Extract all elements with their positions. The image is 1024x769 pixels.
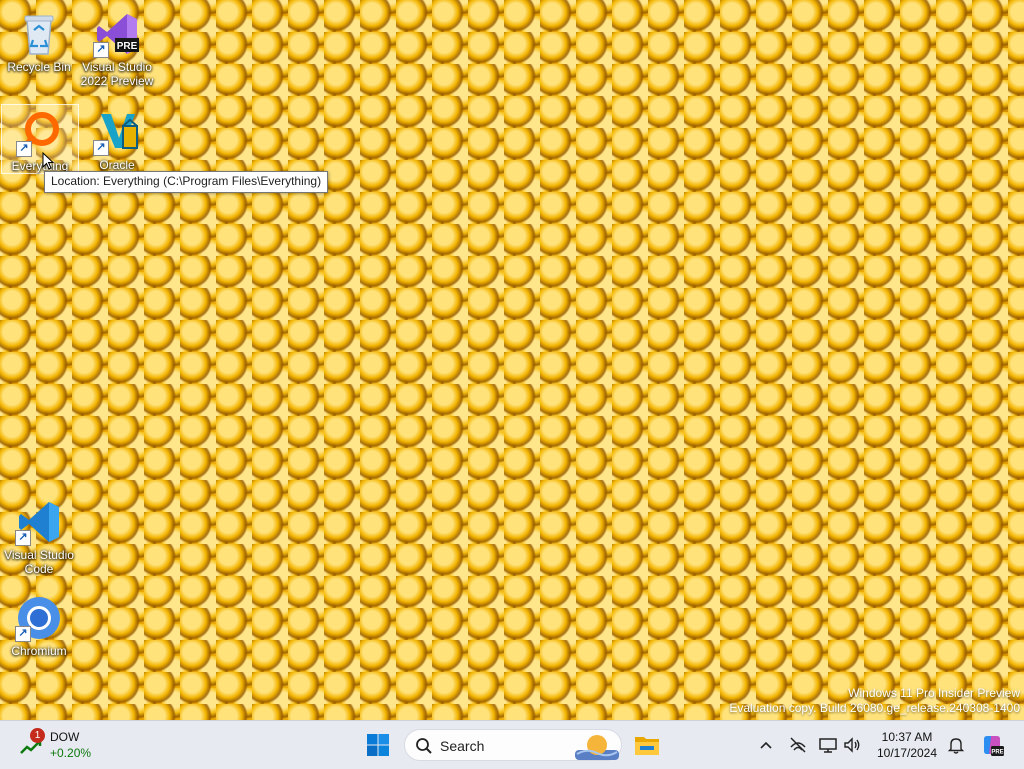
taskbar-search-box[interactable]: Search xyxy=(404,729,622,761)
desktop-icon-vscode[interactable]: ↗ Visual Studio Code xyxy=(1,494,77,576)
mouse-cursor-icon xyxy=(42,152,54,170)
windows-logo-icon xyxy=(367,734,389,756)
search-highlight-icon xyxy=(575,735,619,760)
vscode-icon: ↗ xyxy=(15,498,63,546)
notification-badge: 1 xyxy=(30,728,45,743)
search-icon xyxy=(416,738,432,754)
svg-text:PRE: PRE xyxy=(991,750,1003,756)
oracle-virtualbox-icon: ↗ xyxy=(93,108,141,156)
desktop-icon-oracle[interactable]: ↗ Oracle xyxy=(79,104,155,172)
notifications-button[interactable] xyxy=(946,735,966,755)
desktop-icon-visual-studio-preview[interactable]: PRE ↗ Visual Studio 2022 Preview xyxy=(79,6,155,88)
chevron-up-icon xyxy=(760,741,772,749)
stock-widget[interactable]: 1 DOW +0.20% xyxy=(16,727,126,763)
taskbar: 1 DOW +0.20% Search 10:37 AM 10/17/2024 … xyxy=(0,720,1024,769)
watermark-edition: Windows 11 Pro Insider Preview xyxy=(848,686,1020,700)
recycle-bin-icon xyxy=(15,10,63,58)
windows-watermark: Windows 11 Pro Insider Preview Evaluatio… xyxy=(729,686,1020,716)
search-label: Search xyxy=(440,738,485,754)
shortcut-arrow-icon: ↗ xyxy=(93,42,109,58)
taskbar-clock[interactable]: 10:37 AM 10/17/2024 xyxy=(872,729,942,761)
network-status-button[interactable] xyxy=(788,735,808,755)
shortcut-arrow-icon: ↗ xyxy=(93,140,109,156)
desktop-icon-label: Visual Studio 2022 Preview xyxy=(80,60,154,88)
show-hidden-icons-button[interactable] xyxy=(756,735,776,755)
stock-ticker: DOW xyxy=(50,730,80,744)
visual-studio-preview-icon: PRE ↗ xyxy=(93,10,141,58)
desktop-icon-label: Recycle Bin xyxy=(7,60,71,74)
network-disconnected-icon xyxy=(790,737,806,753)
shortcut-arrow-icon: ↗ xyxy=(15,530,31,546)
desktop-icon-label: Visual Studio Code xyxy=(4,548,74,576)
shortcut-arrow-icon: ↗ xyxy=(16,141,32,157)
file-explorer-button[interactable] xyxy=(634,733,660,757)
desktop-icon-label: Chromium xyxy=(11,644,67,658)
desktop-icon-chromium[interactable]: ↗ Chromium xyxy=(1,590,77,658)
location-tooltip: Location: Everything (C:\Program Files\E… xyxy=(44,171,329,193)
stock-change: +0.20% xyxy=(50,746,92,760)
copilot-button[interactable]: PRE xyxy=(980,733,1004,757)
watermark-build: Evaluation copy. Build 26080.ge_release.… xyxy=(729,701,1020,715)
desktop-icon-recycle-bin[interactable]: Recycle Bin xyxy=(1,6,77,74)
pre-badge: PRE xyxy=(117,41,138,52)
bell-icon xyxy=(947,738,965,754)
desktop-icon-label: Oracle xyxy=(99,158,135,172)
clock-time: 10:37 AM xyxy=(881,730,933,744)
monitor-icon xyxy=(819,738,837,753)
display-button[interactable] xyxy=(818,735,838,755)
chromium-icon: ↗ xyxy=(15,594,63,642)
desktop-icon-everything[interactable]: ↗ Everything xyxy=(1,104,79,174)
shortcut-arrow-icon: ↗ xyxy=(15,626,31,642)
clock-date: 10/17/2024 xyxy=(876,746,938,760)
everything-search-icon: ↗ xyxy=(16,109,64,157)
folder-icon xyxy=(635,737,659,755)
volume-button[interactable] xyxy=(842,735,862,755)
copilot-icon: PRE xyxy=(984,736,1004,756)
start-button[interactable] xyxy=(366,733,390,757)
speaker-icon xyxy=(844,737,860,753)
